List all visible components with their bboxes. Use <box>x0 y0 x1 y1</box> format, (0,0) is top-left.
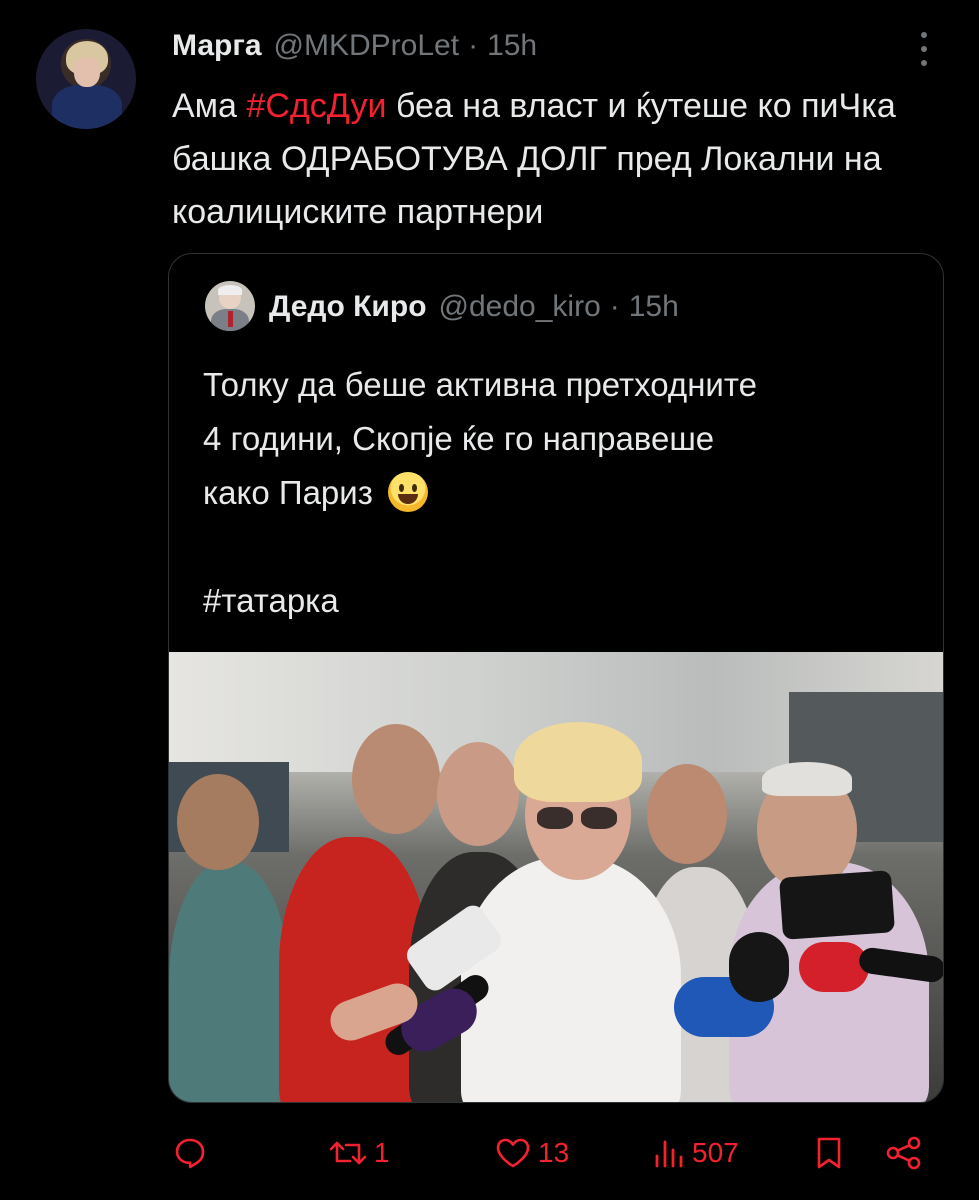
photo-person <box>169 862 289 1102</box>
photo-head <box>647 764 727 864</box>
photo-microphone <box>799 942 869 992</box>
photo-head <box>437 742 519 846</box>
more-dot <box>921 60 927 66</box>
views-count: 507 <box>692 1137 739 1168</box>
bookmark-button[interactable] <box>814 1130 844 1176</box>
more-dot <box>921 46 927 52</box>
retweet-count: 1 <box>374 1137 390 1168</box>
like-count: 13 <box>538 1137 570 1168</box>
tweet-time[interactable]: 15h <box>487 29 537 63</box>
photo-speaker <box>461 857 681 1102</box>
author-display-name[interactable]: Марга <box>172 29 262 63</box>
tweet-text: Ама #СдсДуи беа на власт и ќутеше ко пиЧ… <box>172 80 952 239</box>
views-button[interactable]: 507 <box>652 1130 739 1176</box>
grinning-face-emoji-icon <box>388 472 429 512</box>
quoted-header-separator: · <box>609 290 620 323</box>
more-vertical-icon[interactable] <box>918 32 930 66</box>
photo-head <box>177 774 259 870</box>
quoted-tweet-text: Толку да беше активна претходните 4 годи… <box>203 358 923 628</box>
photo-head <box>352 724 440 834</box>
photo-sunglasses <box>581 807 617 829</box>
like-button[interactable]: 13 <box>494 1130 569 1176</box>
retweet-icon <box>329 1141 367 1165</box>
quoted-text-line3: како Париз <box>203 474 373 511</box>
tweet-text-before: Ама <box>172 87 247 125</box>
hashtag-link[interactable]: #СдсДуи <box>246 87 386 125</box>
quoted-avatar-hair <box>218 285 242 295</box>
quoted-tweet-card[interactable]: Дедо Киро @dedo_kiro · 15h Толку да беше… <box>168 253 944 1103</box>
quoted-text-line: Толку да беше активна претходните <box>203 366 757 403</box>
reply-button[interactable] <box>172 1130 214 1176</box>
quoted-author-display-name[interactable]: Дедо Киро <box>269 290 427 324</box>
photo-person <box>279 837 429 1102</box>
heart-icon <box>496 1138 530 1168</box>
views-chart-icon <box>655 1140 683 1168</box>
quoted-hashtag[interactable]: #татарка <box>203 574 923 628</box>
photo-hair <box>762 762 852 796</box>
photo-sunglasses <box>537 807 573 829</box>
share-button[interactable] <box>884 1130 924 1176</box>
quoted-author-avatar[interactable] <box>205 281 255 331</box>
retweet-button[interactable]: 1 <box>328 1130 390 1176</box>
more-dot <box>921 32 927 38</box>
avatar-body <box>52 85 122 129</box>
quoted-tweet-time[interactable]: 15h <box>629 290 679 324</box>
header-separator: · <box>468 29 479 62</box>
author-avatar[interactable] <box>36 29 136 129</box>
quoted-text-line: 4 години, Скопје ќе го направеше <box>203 420 715 457</box>
share-icon <box>886 1136 921 1170</box>
quoted-tweet-header: Дедо Киро @dedo_kiro · 15h <box>269 286 679 328</box>
press-conference-photo[interactable] <box>169 652 943 1102</box>
quoted-text-blank-line <box>203 520 923 574</box>
tweet-header: Марга @MKDProLet · 15h <box>172 26 537 66</box>
quoted-author-handle[interactable]: @dedo_kiro <box>439 290 601 324</box>
photo-microphone <box>729 932 789 1002</box>
quoted-text-line: како Париз <box>203 466 923 520</box>
tweet-action-bar: 1 13 507 <box>0 1130 979 1176</box>
avatar-face <box>74 57 100 87</box>
photo-phone <box>778 870 896 940</box>
author-handle[interactable]: @MKDProLet <box>274 29 460 63</box>
photo-speaker-hair <box>514 722 642 802</box>
reply-icon <box>175 1138 205 1169</box>
quoted-avatar-tie <box>228 311 233 327</box>
bookmark-icon <box>817 1137 841 1169</box>
